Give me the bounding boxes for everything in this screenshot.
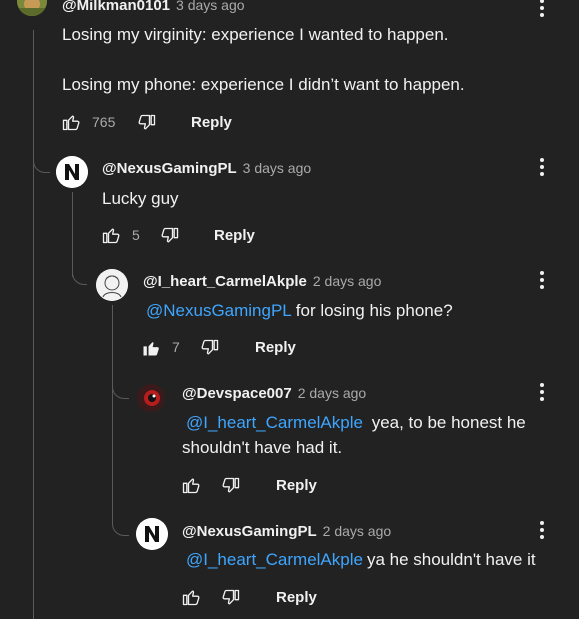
profile-photo-icon: [17, 0, 47, 16]
like-button-active[interactable]: [141, 338, 161, 358]
thumbs-down-icon: [138, 114, 156, 130]
thread-elbow: [72, 263, 87, 285]
more-options-button[interactable]: [532, 518, 552, 542]
comment-time: 3 days ago: [242, 160, 312, 176]
avatar[interactable]: [56, 156, 88, 188]
thumbs-down-icon: [222, 477, 240, 493]
comment-text-line: Losing my virginity: experience I wanted…: [62, 25, 449, 44]
mention-link[interactable]: @NexusGamingPL: [146, 301, 292, 320]
mention-link[interactable]: @I_heart_CarmelAkple: [186, 550, 363, 569]
more-options-button[interactable]: [532, 380, 552, 404]
avatar[interactable]: [137, 384, 165, 412]
thumbs-up-icon: [102, 228, 120, 244]
dislike-button[interactable]: [200, 338, 220, 358]
dislike-button[interactable]: [221, 588, 241, 608]
like-button[interactable]: [101, 225, 121, 245]
reply-button[interactable]: Reply: [276, 477, 317, 494]
like-button[interactable]: [61, 112, 81, 132]
comment-time: 2 days ago: [322, 523, 392, 539]
thread-elbow: [33, 150, 50, 173]
thread-line-level3: [112, 305, 113, 525]
comment-text: @NexusGamingPL for losing his phone?: [146, 301, 453, 320]
avatar[interactable]: [96, 269, 128, 301]
avatar[interactable]: [17, 0, 47, 16]
comment-author[interactable]: @Devspace007 2 days ago: [182, 385, 366, 402]
comment-time: 3 days ago: [176, 0, 245, 13]
like-count: 765: [92, 114, 116, 130]
thumbs-down-icon: [201, 339, 219, 355]
more-options-button[interactable]: [532, 155, 552, 179]
like-button[interactable]: [181, 587, 201, 607]
like-button[interactable]: [181, 475, 201, 495]
thumbs-down-icon: [161, 227, 179, 243]
comment-text: @I_heart_CarmelAkple ya he shouldn't have…: [186, 550, 536, 569]
n-logo-icon: [136, 518, 168, 550]
thumbs-up-icon: [62, 115, 80, 131]
reply-button[interactable]: Reply: [191, 114, 232, 131]
comment-time: 2 days ago: [297, 385, 367, 401]
red-black-avatar-icon: [137, 384, 165, 412]
comment-text-line: @I_heart_CarmelAkple yea, to be honest h…: [186, 413, 526, 432]
comment-author[interactable]: @Milkman0101 3 days ago: [62, 0, 245, 14]
like-count: 5: [132, 227, 140, 243]
comment-text-line: shouldn't have had it.: [182, 438, 343, 457]
thread-elbow: [112, 378, 129, 399]
comment-text-line: Losing my phone: experience I didn’t wan…: [62, 75, 465, 94]
mention-link[interactable]: @I_heart_CarmelAkple: [186, 413, 363, 432]
comment-time: 2 days ago: [312, 273, 382, 289]
thread-line-main: [33, 30, 34, 619]
dislike-button[interactable]: [221, 476, 241, 496]
dislike-button[interactable]: [137, 113, 157, 133]
thread-elbow: [112, 515, 129, 536]
reply-button[interactable]: Reply: [214, 227, 255, 244]
reply-button[interactable]: Reply: [276, 589, 317, 606]
comment-author[interactable]: @NexusGamingPL 2 days ago: [182, 523, 391, 540]
more-options-button[interactable]: [532, 268, 552, 292]
n-logo-icon: [56, 156, 88, 188]
dislike-button[interactable]: [160, 226, 180, 246]
like-count: 7: [172, 339, 180, 355]
sketch-avatar-icon: [96, 269, 128, 301]
comment-author[interactable]: @I_heart_CarmelAkple 2 days ago: [143, 273, 381, 290]
thumbs-up-icon: [182, 478, 200, 494]
thumbs-up-filled-icon: [143, 342, 159, 356]
thumbs-up-icon: [182, 590, 200, 606]
thumbs-down-icon: [222, 589, 240, 605]
reply-button[interactable]: Reply: [255, 339, 296, 356]
avatar[interactable]: [136, 518, 168, 550]
more-options-button[interactable]: [532, 0, 552, 20]
comment-text: Lucky guy: [102, 189, 179, 208]
comment-author[interactable]: @NexusGamingPL 3 days ago: [102, 160, 311, 177]
